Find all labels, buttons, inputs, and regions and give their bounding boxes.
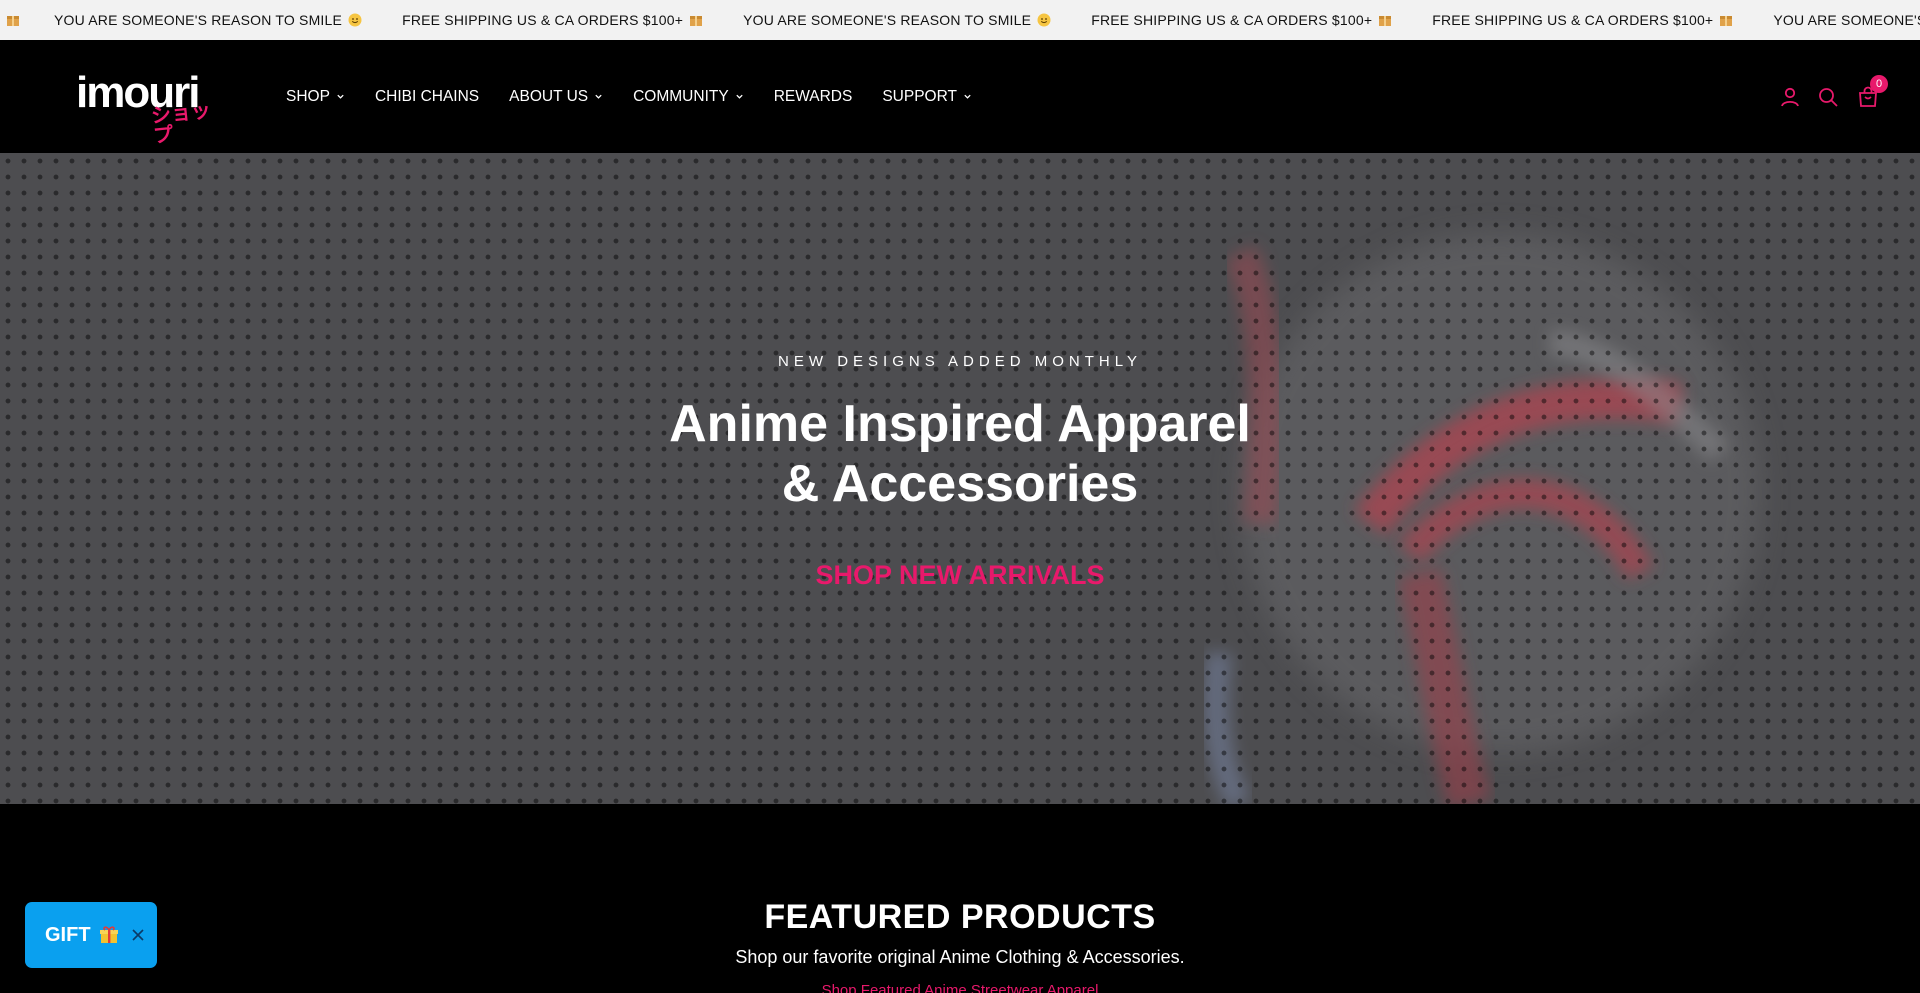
nav-label: COMMUNITY: [633, 87, 729, 105]
site-logo[interactable]: imouri ショップ: [76, 68, 226, 148]
hero-kicker: NEW DESIGNS ADDED MONTHLY: [778, 353, 1142, 370]
nav-item-support[interactable]: SUPPORT: [882, 88, 972, 106]
announcement-text: FREE SHIPPING US & CA ORDERS $100+: [402, 12, 684, 28]
nav-item-about-us[interactable]: ABOUT US: [509, 88, 603, 106]
cart-button[interactable]: 0: [1856, 74, 1888, 109]
announcement-item: YOU ARE SOMEONE'S REASON TO SMILE: [723, 12, 1071, 28]
chevron-down-icon: [964, 94, 971, 99]
smile-emoji-icon: [348, 13, 362, 27]
nav-item-rewards[interactable]: REWARDS: [774, 88, 853, 106]
announcement-text: FREE SHIPPING US & CA ORDERS $100+: [1432, 12, 1714, 28]
package-icon: [1379, 16, 1392, 26]
hero-title: Anime Inspired Apparel & Accessories: [669, 394, 1251, 514]
hero-banner: NEW DESIGNS ADDED MONTHLY Anime Inspired…: [0, 153, 1920, 804]
nav-label: CHIBI CHAINS: [374, 87, 480, 105]
featured-products-section: FEATURED PRODUCTS Shop our favorite orig…: [0, 804, 1920, 993]
main-nav: SHOP CHIBI CHAINS ABOUT US COMMUNITY REW…: [286, 40, 1002, 153]
package-icon: [690, 16, 703, 26]
gift-widget[interactable]: GIFT: [25, 902, 157, 968]
chevron-down-icon: [337, 94, 344, 99]
hero-content: NEW DESIGNS ADDED MONTHLY Anime Inspired…: [0, 153, 1920, 804]
announcement-text: FREE SHIPPING US & CA ORDERS $100+: [1091, 12, 1373, 28]
gift-icon: [99, 926, 118, 943]
featured-title: FEATURED PRODUCTS: [764, 898, 1156, 936]
gift-label[interactable]: GIFT: [45, 924, 91, 947]
announcement-bar: YOU ARE SOMEONE'S REASON TO SMILE FREE S…: [0, 0, 1920, 40]
announcement-track: YOU ARE SOMEONE'S REASON TO SMILE FREE S…: [0, 0, 1920, 40]
nav-label: REWARDS: [773, 87, 853, 105]
smile-emoji-icon: [1037, 13, 1051, 27]
featured-collection-link[interactable]: Shop Featured Anime Streetwear Apparel: [822, 982, 1099, 993]
nav-item-chibi-chains[interactable]: CHIBI CHAINS: [375, 88, 479, 106]
site-header: imouri ショップ SHOP CHIBI CHAINS ABOUT US C…: [0, 40, 1920, 153]
announcement-item: YOU ARE SOMEONE'S REASON TO SMILE: [34, 12, 382, 28]
nav-item-shop[interactable]: SHOP: [286, 88, 345, 106]
chevron-down-icon: [736, 94, 743, 99]
announcement-package-lead: [0, 13, 34, 27]
announcement-text: YOU ARE SOMEONE'S REASON TO SMILE: [743, 12, 1032, 28]
announcement-item: YOU ARE SOMEONE'S REASON TO SMILE: [1753, 12, 1920, 28]
package-icon: [1720, 16, 1733, 26]
logo-kana: ショップ: [149, 97, 213, 148]
cart-count-badge: 0: [1870, 74, 1888, 93]
announcement-text: YOU ARE SOMEONE'S REASON TO SMILE: [1773, 12, 1920, 28]
chevron-down-icon: [595, 94, 602, 99]
announcement-item: FREE SHIPPING US & CA ORDERS $100+: [382, 12, 723, 28]
hero-title-line2: & Accessories: [781, 455, 1139, 513]
header-icons: 0: [1764, 40, 1888, 153]
shop-new-arrivals-link[interactable]: SHOP NEW ARRIVALS: [815, 560, 1104, 591]
account-icon[interactable]: [1778, 85, 1802, 109]
announcement-text: YOU ARE SOMEONE'S REASON TO SMILE: [54, 12, 343, 28]
package-icon: [7, 16, 19, 26]
search-icon[interactable]: [1816, 85, 1840, 109]
announcement-item: FREE SHIPPING US & CA ORDERS $100+: [1412, 12, 1753, 28]
nav-item-community[interactable]: COMMUNITY: [633, 88, 744, 106]
nav-label: SHOP: [286, 87, 330, 105]
nav-label: ABOUT US: [509, 87, 589, 105]
featured-subtitle: Shop our favorite original Anime Clothin…: [735, 947, 1185, 967]
announcement-item: FREE SHIPPING US & CA ORDERS $100+: [1071, 12, 1412, 28]
hero-title-line1: Anime Inspired Apparel: [669, 395, 1251, 453]
close-icon[interactable]: [131, 928, 145, 942]
nav-label: SUPPORT: [882, 87, 957, 105]
